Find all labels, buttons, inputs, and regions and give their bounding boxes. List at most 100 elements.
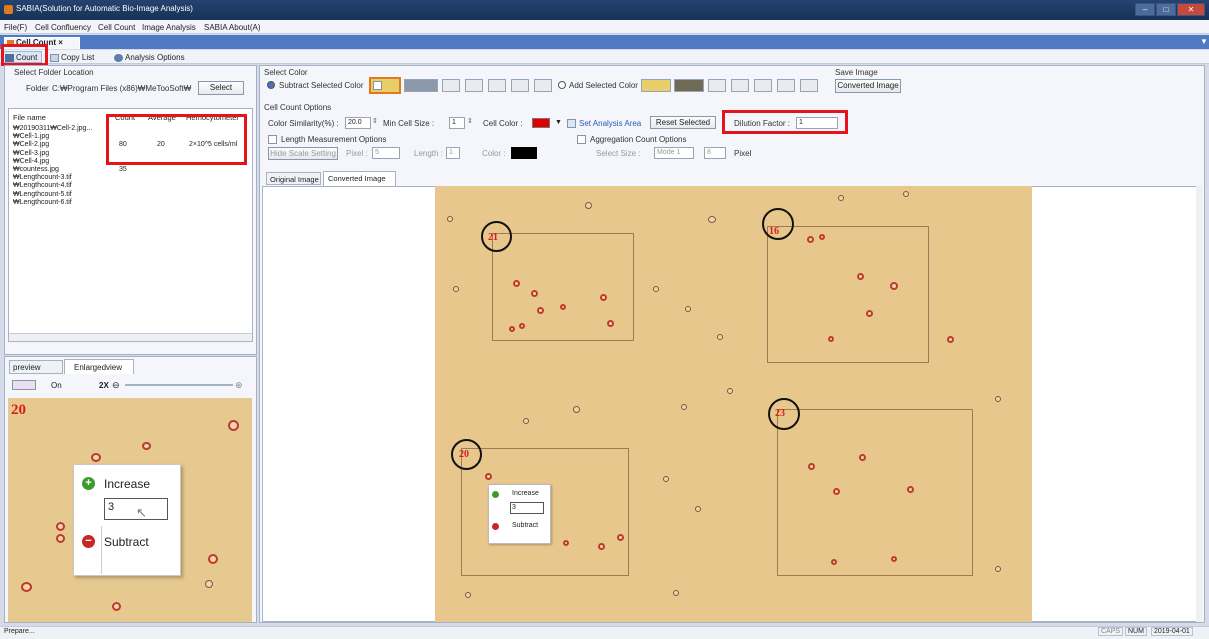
converted-cell-image[interactable]: 21 16 20 23 Increase 3 Subtract	[435, 186, 1032, 622]
menu-image-analysis[interactable]: Image Analysis	[142, 23, 196, 32]
menu-cell-confluency[interactable]: Cell Confluency	[35, 23, 91, 32]
popup-increase-icon[interactable]	[492, 491, 499, 498]
subtract-swatch-6[interactable]	[511, 79, 529, 92]
subtract-color-radio[interactable]	[267, 81, 275, 89]
grid-count-4: 23	[775, 408, 785, 419]
pixel-input[interactable]: 5	[372, 147, 400, 159]
horizontal-scrollbar[interactable]	[9, 333, 252, 341]
popup-increase-label[interactable]: Increase	[512, 490, 539, 497]
min-cell-size-input[interactable]: 1	[449, 117, 465, 129]
menu-file[interactable]: File(F)	[4, 23, 27, 32]
subtract-swatch-5[interactable]	[488, 79, 506, 92]
aggregation-size-input[interactable]: 8	[704, 147, 726, 159]
add-swatch-2[interactable]	[674, 79, 704, 92]
zoom-out-icon[interactable]: ⊖	[112, 380, 120, 391]
zoom-in-icon[interactable]: ⊕	[235, 380, 243, 391]
aggregation-checkbox[interactable]	[577, 135, 586, 144]
close-button[interactable]: ✕	[1177, 3, 1205, 16]
similarity-input[interactable]: 20.0	[345, 117, 371, 129]
cell	[857, 273, 864, 280]
highlight-count-button	[1, 44, 48, 66]
cell	[663, 476, 669, 482]
min-cell-spinner-icon[interactable]: ⇕	[467, 117, 473, 125]
subtract-swatch-3[interactable]	[442, 79, 460, 92]
cell	[717, 334, 723, 340]
minimize-button[interactable]: –	[1135, 3, 1155, 16]
enlarged-view-image[interactable]: 20 + Increase 3 ↖ − Subtract	[8, 398, 252, 622]
cell	[831, 559, 837, 565]
set-analysis-area-label[interactable]: Set Analysis Area	[579, 119, 641, 128]
length-input[interactable]: 1	[446, 147, 460, 159]
cell	[819, 234, 825, 240]
popup-subtract-icon[interactable]	[492, 523, 499, 530]
file-name-cell: ₩Cell-3.jpg	[13, 149, 50, 157]
popup-subtract-label[interactable]: Subtract	[512, 522, 538, 529]
cell	[653, 286, 659, 292]
grid-count-1: 21	[488, 232, 498, 243]
add-swatch-7[interactable]	[800, 79, 818, 92]
hide-scale-setting-button[interactable]: Hide Scale Setting	[268, 147, 338, 160]
copy-list-button[interactable]: Copy List	[50, 53, 94, 62]
maximize-button[interactable]: □	[1156, 3, 1176, 16]
subtract-swatch-checkbox[interactable]	[373, 81, 382, 90]
folder-path: C:₩Program Files (x86)₩MeTooSoft₩	[52, 84, 192, 93]
set-analysis-area-checkbox[interactable]	[567, 119, 576, 128]
length-measurement-checkbox[interactable]	[268, 135, 277, 144]
cell	[859, 454, 866, 461]
caps-indicator: CAPS	[1098, 627, 1124, 636]
cell	[453, 286, 459, 292]
cell	[112, 602, 121, 611]
image-count-popup: Increase 3 Subtract	[488, 484, 551, 544]
length-color-swatch[interactable]	[511, 147, 537, 159]
cell	[208, 554, 218, 564]
cell	[828, 336, 834, 342]
min-cell-size-label: Min Cell Size :	[383, 119, 435, 128]
col-file-name[interactable]: File name	[13, 113, 46, 122]
cell	[907, 486, 914, 493]
subtract-icon[interactable]: −	[82, 535, 95, 548]
increase-label[interactable]: Increase	[104, 477, 150, 491]
tab-dropdown-icon[interactable]: ▼	[1200, 37, 1208, 46]
cell	[903, 191, 909, 197]
add-swatch-5[interactable]	[754, 79, 772, 92]
tab-preview-label: preview	[13, 363, 41, 372]
copy-list-label: Copy List	[61, 53, 95, 62]
status-bar	[0, 626, 1209, 639]
add-swatch-6[interactable]	[777, 79, 795, 92]
cell	[56, 534, 65, 543]
cell	[995, 566, 1001, 572]
popup-value-input[interactable]: 3	[510, 502, 544, 514]
subtract-swatch-2[interactable]	[404, 79, 438, 92]
mode-select[interactable]: Mode 1	[654, 147, 694, 159]
tab-converted-image-label: Converted Image	[328, 174, 386, 183]
cell-color-swatch[interactable]	[532, 118, 550, 128]
image-scrollbar[interactable]	[1196, 186, 1202, 622]
similarity-spinner-icon[interactable]: ⇕	[372, 117, 378, 125]
add-swatch-4[interactable]	[731, 79, 749, 92]
zoom-label: 2X	[99, 381, 109, 390]
subtract-swatch-4[interactable]	[465, 79, 483, 92]
count-grid-square	[767, 226, 929, 363]
menu-about[interactable]: SABIA About(A)	[204, 23, 260, 32]
converted-image-button[interactable]: Converted Image	[835, 79, 901, 93]
subtract-swatch-7[interactable]	[534, 79, 552, 92]
increase-icon[interactable]: +	[82, 477, 95, 490]
reset-selected-button[interactable]: Reset Selected	[650, 116, 716, 129]
add-swatch-3[interactable]	[708, 79, 726, 92]
add-color-radio[interactable]	[558, 81, 566, 89]
cell	[807, 236, 814, 243]
enlarged-count-number: 20	[11, 402, 26, 418]
status-text: Prepare...	[4, 628, 35, 635]
analysis-options-button[interactable]: Analysis Options	[114, 53, 185, 62]
menu-cell-count[interactable]: Cell Count	[98, 23, 135, 32]
zoom-slider[interactable]	[125, 384, 233, 386]
cell-color-label: Cell Color :	[483, 119, 523, 128]
add-swatch-1[interactable]	[641, 79, 671, 92]
count-grid-square	[777, 409, 973, 576]
cell-color-dropdown-icon[interactable]: ▼	[555, 119, 562, 126]
cell	[563, 540, 569, 546]
cell	[485, 473, 492, 480]
select-folder-button[interactable]: Select	[198, 81, 244, 95]
subtract-label[interactable]: Subtract	[104, 535, 149, 549]
highlight-dilution-factor	[722, 110, 848, 134]
